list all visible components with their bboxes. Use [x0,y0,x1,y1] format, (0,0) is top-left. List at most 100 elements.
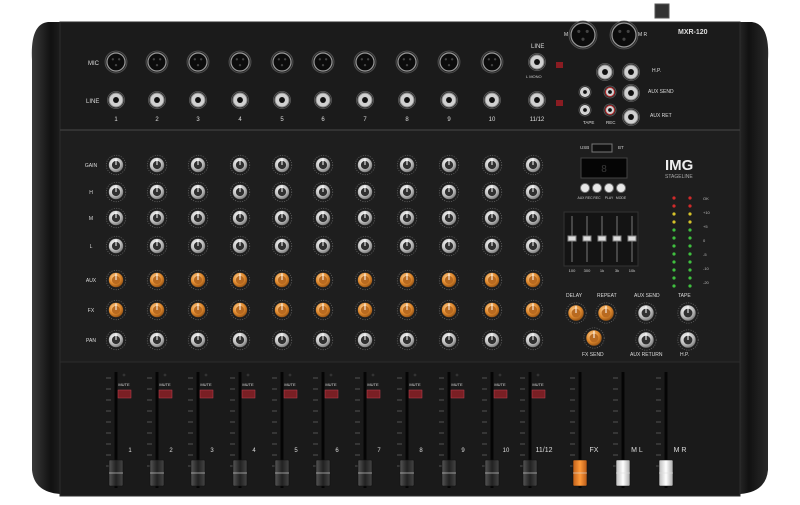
fader-label-12: FX [590,447,599,454]
line-input-5[interactable] [273,91,291,109]
mute-button-2[interactable] [158,389,173,399]
mute-button-8[interactable] [408,389,423,399]
mic-input-7[interactable] [353,50,377,74]
mic-row-label: MIC [88,61,100,67]
mic-input-6[interactable] [311,50,335,74]
peak-led-2 [163,373,167,377]
fader-label-13: M L [631,447,643,454]
meter-led-right-11 [688,276,692,280]
meter-led-right-7 [688,244,692,248]
line-input-8[interactable] [398,91,416,109]
mic-input-8[interactable] [395,50,419,74]
media-button-label-3: PLAY [605,196,614,200]
mute-button-10[interactable] [493,389,508,399]
master-xlr-left[interactable] [568,20,598,50]
aux-send-jack[interactable] [622,84,640,102]
mic-input-9[interactable] [437,50,461,74]
peak-led-11 [536,373,540,377]
rca-jack-1[interactable] [578,85,592,99]
mic-input-2[interactable] [145,50,169,74]
model-label: MXR-120 [678,29,708,36]
tape-switch[interactable] [556,100,563,106]
master-xlr-right[interactable] [609,20,639,50]
mic-input-1[interactable] [104,50,128,74]
media-button-label-4: MODE [616,196,627,200]
line-input-4[interactable] [231,91,249,109]
meter-label-2: +10 [703,210,711,215]
eq-slider-3[interactable] [597,235,607,242]
meter-led-left-1 [672,196,676,200]
mic-input-10[interactable] [480,50,504,74]
mute-button-7[interactable] [366,389,381,399]
row-label-l: L [90,244,93,250]
rca-jack-4[interactable] [603,103,617,117]
media-button-4[interactable] [616,183,626,193]
meter-label-7: -20 [703,280,710,285]
peak-led-1 [122,373,126,377]
aux-return-jack[interactable] [622,108,640,126]
mute-label-10: MUTE [494,382,506,387]
line-input-6[interactable] [314,91,332,109]
eq-band-label-5: 10k [629,268,635,273]
mute-button-3[interactable] [199,389,214,399]
mute-button-4[interactable] [241,389,256,399]
meter-led-right-5 [688,228,692,232]
mute-button-1[interactable] [117,389,132,399]
media-button-label-2: REC [593,196,601,200]
meter-led-left-9 [672,260,676,264]
eq-slider-5[interactable] [627,235,637,242]
fader-label-14: M R [674,447,687,454]
line-input-10[interactable] [483,91,501,109]
headphone-port[interactable] [654,3,670,19]
eq-slider-4[interactable] [612,235,622,242]
media-button-2[interactable] [592,183,602,193]
usb-port[interactable] [591,143,613,153]
line-input-3[interactable] [189,91,207,109]
usb-label: USB [580,145,589,150]
meter-led-right-9 [688,260,692,264]
mixer-console: MIC LINE MXR-120 LINE L MONO M L M R H.P… [31,3,769,497]
eq-band-label-2: 300 [584,268,591,273]
mute-button-6[interactable] [324,389,339,399]
mute-button-5[interactable] [283,389,298,399]
line-input-9[interactable] [440,91,458,109]
mic-input-4[interactable] [228,50,252,74]
meter-led-right-2 [688,204,692,208]
line-input-11-r[interactable] [528,91,546,109]
meter-led-left-10 [672,268,676,272]
meter-led-right-3 [688,212,692,216]
mute-button-11[interactable] [531,389,546,399]
mic-input-3[interactable] [186,50,210,74]
line-input-1[interactable] [107,91,125,109]
peak-led-6 [329,373,333,377]
line-input-2[interactable] [148,91,166,109]
peak-led-3 [204,373,208,377]
line-header-label: LINE [531,44,544,50]
eq-slider-2[interactable] [582,235,592,242]
rca-jack-2[interactable] [578,103,592,117]
row-label-aux: AUX [86,278,97,284]
usb-bt-switch[interactable] [556,62,563,68]
brand-logo: IMG [665,157,693,174]
line-input-7[interactable] [356,91,374,109]
mute-label-6: MUTE [325,382,337,387]
line-input-11-l[interactable] [528,53,546,71]
media-button-3[interactable] [604,183,614,193]
meter-led-left-7 [672,244,676,248]
meter-label-1: OK [703,196,709,201]
mic-input-5[interactable] [270,50,294,74]
meter-led-right-10 [688,268,692,272]
master-jack-left[interactable] [596,63,614,81]
rca-jack-3[interactable] [603,85,617,99]
meter-label-6: -10 [703,266,710,271]
meter-led-left-8 [672,252,676,256]
master-jack-right[interactable] [622,63,640,81]
mute-label-8: MUTE [409,382,421,387]
row-label-pan: PAN [86,338,96,344]
eq-slider-1[interactable] [567,235,577,242]
brand-sub: STAGELINE [665,174,693,180]
row-label-h: H [89,190,93,196]
mute-button-9[interactable] [450,389,465,399]
hp-label: H.P. [652,68,661,74]
media-button-1[interactable] [580,183,590,193]
